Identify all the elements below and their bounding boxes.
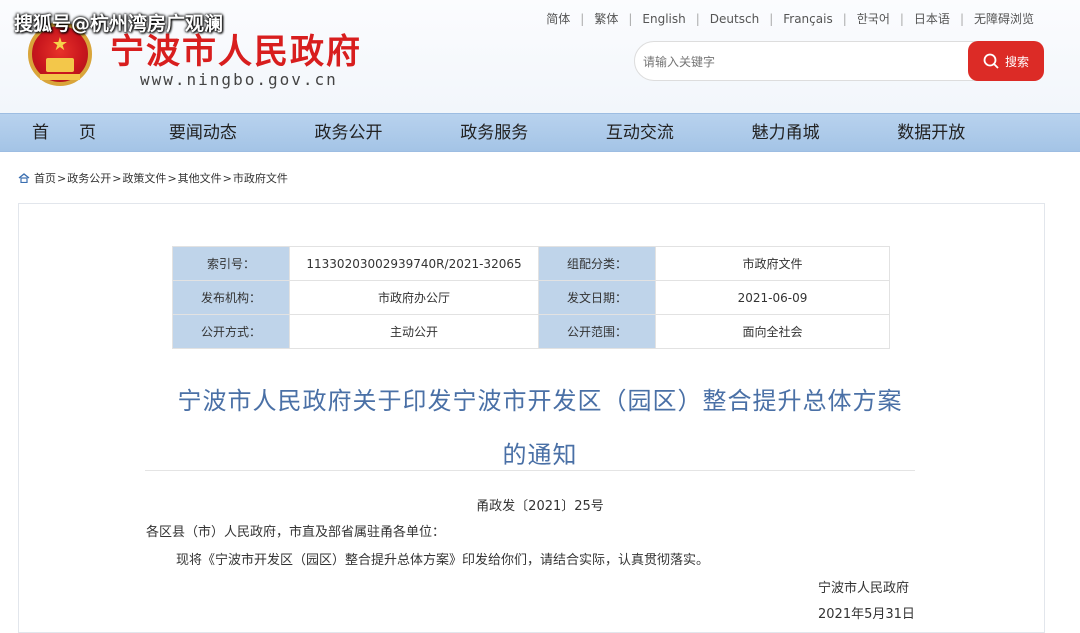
document-issuer: 宁波市人民政府: [818, 581, 910, 596]
document-recipient: 各区县（市）人民政府，市直及部省属驻甬各单位：: [146, 525, 446, 540]
lang-francais[interactable]: Français: [773, 12, 842, 26]
meta-value: 主动公开: [289, 314, 539, 349]
meta-value: 面向全社会: [655, 314, 890, 349]
lang-korean[interactable]: 한국어: [847, 10, 900, 27]
meta-label: 发文日期：: [538, 280, 656, 315]
meta-label: 组配分类：: [538, 246, 656, 281]
site-header: 搜狐号@杭州湾房广观澜 ★ 宁波市人民政府 www.ningbo.gov.cn …: [0, 0, 1080, 113]
table-row: 索引号： 11330203002939740R/2021-32065 组配分类：…: [172, 246, 890, 281]
lang-simplified[interactable]: 简体: [536, 10, 580, 27]
search-button[interactable]: 搜索: [968, 41, 1044, 81]
home-icon: [18, 173, 30, 183]
nav-open-data[interactable]: 数据开放: [858, 114, 1004, 151]
lang-english[interactable]: English: [632, 12, 695, 26]
search-input[interactable]: [643, 50, 963, 74]
document-meta-table: 索引号： 11330203002939740R/2021-32065 组配分类：…: [172, 246, 890, 349]
document-title-line: 宁波市人民政府关于印发宁波市开发区（园区）整合提升总体方案: [177, 387, 903, 415]
breadcrumb-policy-docs[interactable]: 政策文件: [122, 170, 166, 186]
meta-label: 发布机构：: [172, 280, 290, 315]
nav-charm-city[interactable]: 魅力甬城: [713, 114, 859, 151]
nav-news[interactable]: 要闻动态: [130, 114, 276, 151]
meta-value: 市政府文件: [655, 246, 890, 281]
site-domain: www.ningbo.gov.cn: [140, 70, 338, 89]
document-number: 甬政发〔2021〕25号: [476, 499, 604, 514]
meta-value: 11330203002939740R/2021-32065: [289, 246, 539, 281]
breadcrumb-city-gov-docs[interactable]: 市政府文件: [233, 170, 288, 186]
nav-home[interactable]: 首页: [0, 114, 130, 151]
breadcrumb-gov-affairs[interactable]: 政务公开: [67, 170, 111, 186]
main-nav: 首页 要闻动态 政务公开 政务服务 互动交流 魅力甬城 数据开放: [0, 113, 1080, 152]
title-divider: [145, 470, 915, 471]
meta-label: 索引号：: [172, 246, 290, 281]
lang-traditional[interactable]: 繁体: [584, 10, 628, 27]
meta-label: 公开方式：: [172, 314, 290, 349]
lang-japanese[interactable]: 日本语: [904, 10, 960, 27]
document-title-line: 的通知: [502, 441, 578, 469]
meta-label: 公开范围：: [538, 314, 656, 349]
nav-interaction[interactable]: 互动交流: [567, 114, 713, 151]
breadcrumb-other-docs[interactable]: 其他文件: [178, 170, 222, 186]
breadcrumb-home[interactable]: 首页: [34, 170, 56, 186]
search-box: 搜索: [634, 41, 1044, 81]
nav-gov-services[interactable]: 政务服务: [421, 114, 567, 151]
document-body: 现将《宁波市开发区（园区）整合提升总体方案》印发给你们，请结合实际，认真贯彻落实…: [176, 553, 710, 568]
watermark: 搜狐号@杭州湾房广观澜: [14, 13, 224, 35]
document-title: 宁波市人民政府关于印发宁波市开发区（园区）整合提升总体方案 的通知: [140, 374, 940, 482]
search-icon: [983, 53, 999, 69]
meta-value: 市政府办公厅: [289, 280, 539, 315]
meta-value: 2021-06-09: [655, 280, 890, 315]
language-bar: 简体 | 繁体 | English | Deutsch | Français | 한국어 |…: [536, 10, 1044, 27]
nav-gov-affairs[interactable]: 政务公开: [276, 114, 422, 151]
breadcrumb: 首页 > 政务公开 > 政策文件 > 其他文件 > 市政府文件: [18, 170, 288, 186]
search-button-label: 搜索: [1004, 54, 1029, 69]
table-row: 发布机构： 市政府办公厅 发文日期： 2021-06-09: [172, 280, 890, 315]
accessibility-link[interactable]: 无障碍浏览: [964, 10, 1044, 27]
table-row: 公开方式： 主动公开 公开范围： 面向全社会: [172, 314, 890, 349]
lang-deutsch[interactable]: Deutsch: [700, 12, 769, 26]
